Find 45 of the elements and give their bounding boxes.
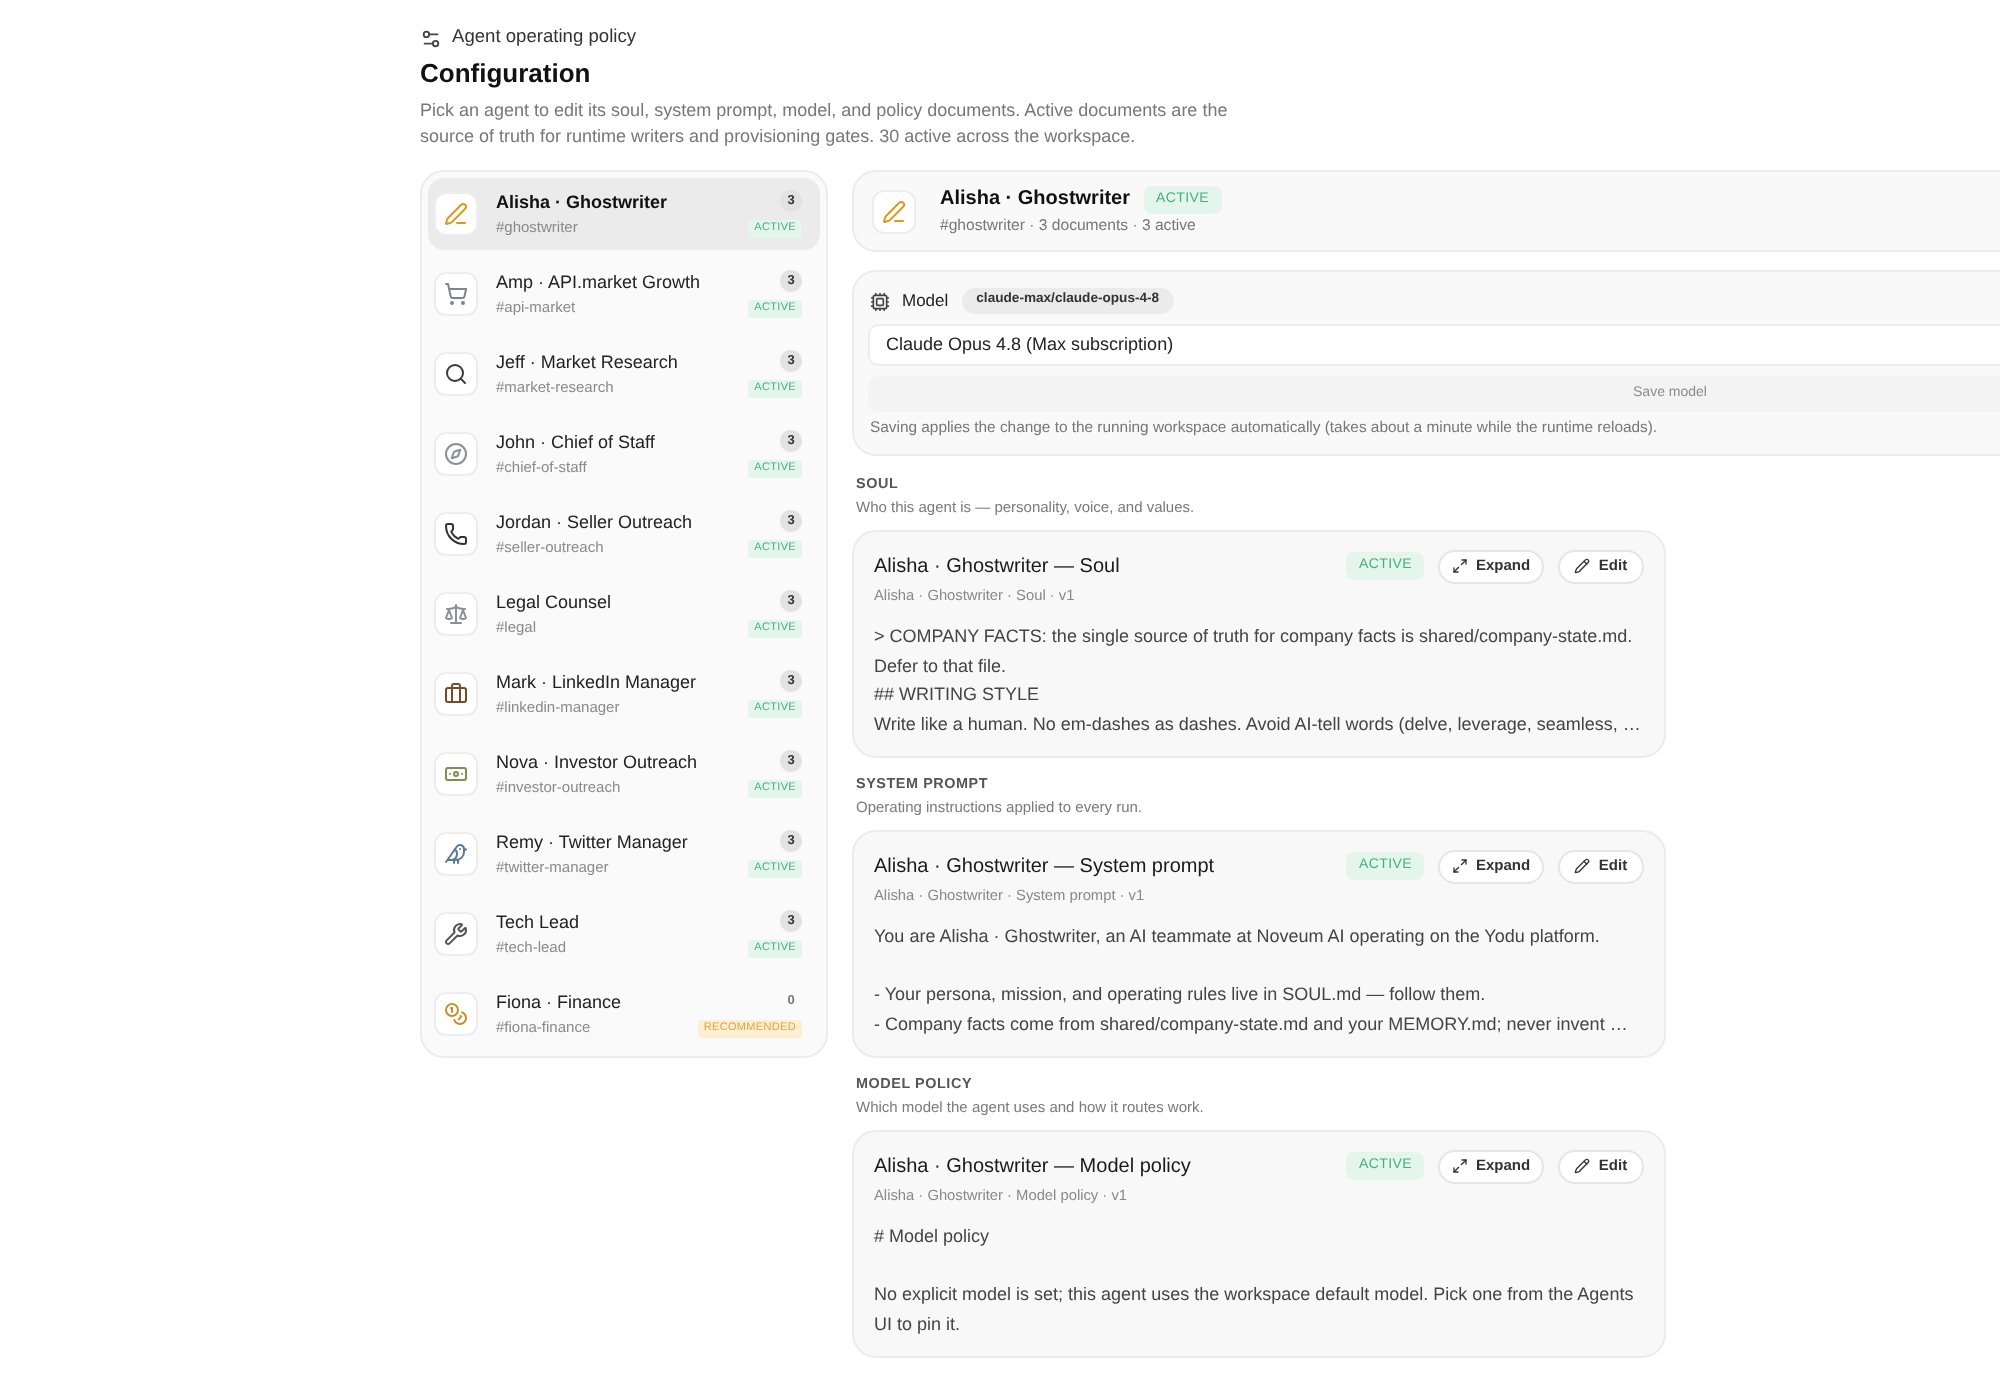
pen-icon bbox=[872, 189, 916, 233]
document-title: Alisha · Ghostwriter — Model policy bbox=[874, 1153, 1191, 1181]
briefcase-icon bbox=[434, 672, 478, 716]
pen-icon bbox=[434, 192, 478, 236]
document-title: Alisha · Ghostwriter — Soul bbox=[874, 553, 1120, 581]
agent-name: Nova · Investor Outreach bbox=[496, 750, 700, 774]
agent-name: Fiona · Finance bbox=[496, 990, 624, 1014]
bird-icon bbox=[434, 832, 478, 876]
agent-name: Legal Counsel bbox=[496, 590, 614, 614]
agent-title: Alisha · Ghostwriter bbox=[940, 186, 1131, 214]
document-text: > COMPANY FACTS: the single source of truth for company facts is shared/company-state.md. Defer to that file. ## WRITING STYLE Write like a human. No em-dashes as dashes. Avoid AI-tell words (delve, leverage, seamless, … bbox=[874, 624, 1643, 738]
banknote-icon bbox=[434, 752, 478, 796]
agent-name: Remy · Twitter Manager bbox=[496, 830, 690, 854]
document-text: # Model policy bbox=[874, 1224, 992, 1250]
agent-name: Jordan · Seller Outreach bbox=[496, 510, 695, 534]
pencil-icon bbox=[1574, 558, 1591, 574]
chip-icon bbox=[870, 291, 890, 311]
agent-name: Jeff · Market Research bbox=[496, 350, 680, 374]
model-select[interactable]: Claude Opus 4.8 (Max subscription) bbox=[868, 324, 2000, 366]
expand-icon bbox=[1451, 558, 1468, 574]
expand-icon bbox=[1451, 858, 1468, 874]
document-text: No explicit model is set; this agent uses the workspace default model. Pick one from the Agents UI to pin it. bbox=[874, 1282, 1636, 1338]
pencil-icon bbox=[1574, 1158, 1591, 1174]
agent-name: Alisha · Ghostwriter bbox=[496, 190, 670, 214]
agent-name: Tech Lead bbox=[496, 910, 582, 934]
agent-name: Amp · API.market Growth bbox=[496, 270, 703, 294]
balance-scale-icon bbox=[434, 592, 478, 636]
document-text: You are Alisha · Ghostwriter, an AI teammate at Noveum AI operating on the Yodu platform. bbox=[874, 924, 1602, 950]
eyebrow-label: Agent operating policy bbox=[452, 24, 636, 51]
wrench-icon bbox=[434, 912, 478, 956]
shopping-cart-icon bbox=[434, 272, 478, 316]
page-title: Configuration bbox=[420, 58, 593, 90]
model-label: Model bbox=[902, 288, 949, 314]
document-text: - Your persona, mission, and operating rules live in SOUL.md — follow them. - Company facts come from shared/company-state.md and your MEMORY.md; never invent … bbox=[874, 982, 1630, 1038]
page-description: Pick an agent to edit its soul, system prompt, model, and policy documents. Active documents are the source of truth for runtime writers and provisioning gates. 30 active across the workspace. bbox=[420, 98, 1230, 150]
expand-icon bbox=[1451, 1158, 1468, 1174]
coins-icon bbox=[434, 992, 478, 1036]
document-title: Alisha · Ghostwriter — System prompt bbox=[874, 853, 1215, 881]
compass-icon bbox=[434, 432, 478, 476]
settings-icon bbox=[420, 27, 442, 49]
phone-icon bbox=[434, 512, 478, 556]
agent-name: John · Chief of Staff bbox=[496, 430, 657, 454]
agent-name: Mark · LinkedIn Manager bbox=[496, 670, 699, 694]
search-icon bbox=[434, 352, 478, 396]
pencil-icon bbox=[1574, 858, 1591, 874]
